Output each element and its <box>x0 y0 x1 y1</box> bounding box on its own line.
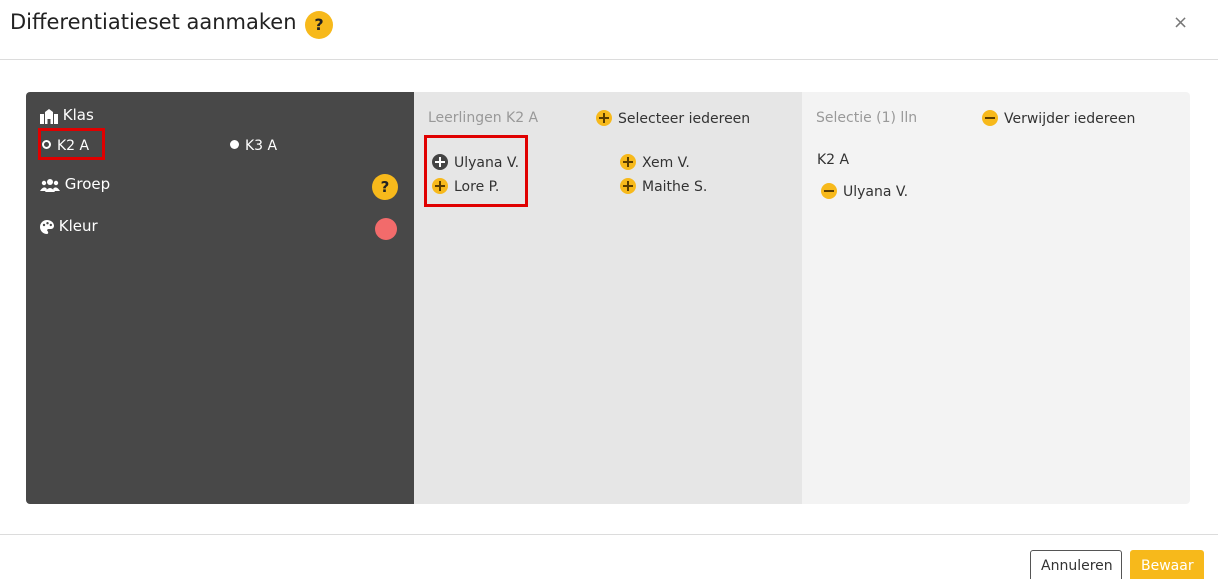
selection-panel: Selectie (1) lln Verwijder iedereen K2 A… <box>802 92 1190 504</box>
groep-label: Groep <box>64 175 111 193</box>
palette-icon <box>40 219 54 234</box>
save-button[interactable]: Bewaar <box>1130 550 1204 579</box>
klas-heading: Klas <box>40 106 94 124</box>
minus-circle-icon <box>982 110 998 126</box>
students-header: Leerlingen K2 A <box>428 110 539 126</box>
selected-student-name: Ulyana V. <box>843 184 909 200</box>
klas-label: Klas <box>62 106 94 124</box>
dialog-title: Differentiatieset aanmaken <box>10 10 297 34</box>
select-all-label: Selecteer iedereen <box>618 111 751 127</box>
help-icon[interactable]: ? <box>305 11 333 39</box>
users-icon <box>40 178 60 192</box>
footer-divider <box>0 534 1218 535</box>
plus-circle-icon <box>596 110 612 126</box>
cancel-button[interactable]: Annuleren <box>1030 550 1122 579</box>
highlight-box <box>424 135 528 207</box>
student-item[interactable]: Xem V. <box>620 154 690 171</box>
selection-group-label: K2 A <box>817 152 850 168</box>
student-name: Maithe S. <box>642 179 708 195</box>
class-radio-k3a[interactable]: K3 A <box>230 138 277 154</box>
selected-student-item[interactable]: Ulyana V. <box>821 183 908 200</box>
minus-circle-icon <box>821 183 837 199</box>
remove-all-button[interactable]: Verwijder iedereen <box>982 110 1135 127</box>
highlight-box <box>38 128 105 160</box>
class-label: K3 A <box>245 138 278 154</box>
class-panel: Klas K2 A K3 A Groep ? Kleur <box>26 92 414 504</box>
kleur-heading: Kleur <box>40 217 98 235</box>
selection-header: Selectie (1) lln <box>816 110 918 126</box>
close-icon[interactable]: × <box>1173 12 1188 33</box>
student-name: Xem V. <box>642 155 690 171</box>
groep-help-icon[interactable]: ? <box>372 174 398 200</box>
plus-circle-icon <box>620 178 636 194</box>
school-icon <box>40 108 58 124</box>
plus-circle-icon <box>620 154 636 170</box>
remove-all-label: Verwijder iedereen <box>1004 111 1136 127</box>
select-all-button[interactable]: Selecteer iedereen <box>596 110 750 127</box>
students-panel: Leerlingen K2 A Selecteer iedereen Ulyan… <box>414 92 802 504</box>
differentiation-card: Klas K2 A K3 A Groep ? Kleur Leerlingen … <box>26 92 1190 504</box>
dialog-header: Differentiatieset aanmaken ? × <box>0 0 1218 60</box>
color-swatch[interactable] <box>375 218 397 240</box>
student-item[interactable]: Maithe S. <box>620 178 707 195</box>
radio-checked-icon <box>230 140 239 149</box>
groep-heading: Groep <box>40 175 110 193</box>
kleur-label: Kleur <box>58 217 98 235</box>
